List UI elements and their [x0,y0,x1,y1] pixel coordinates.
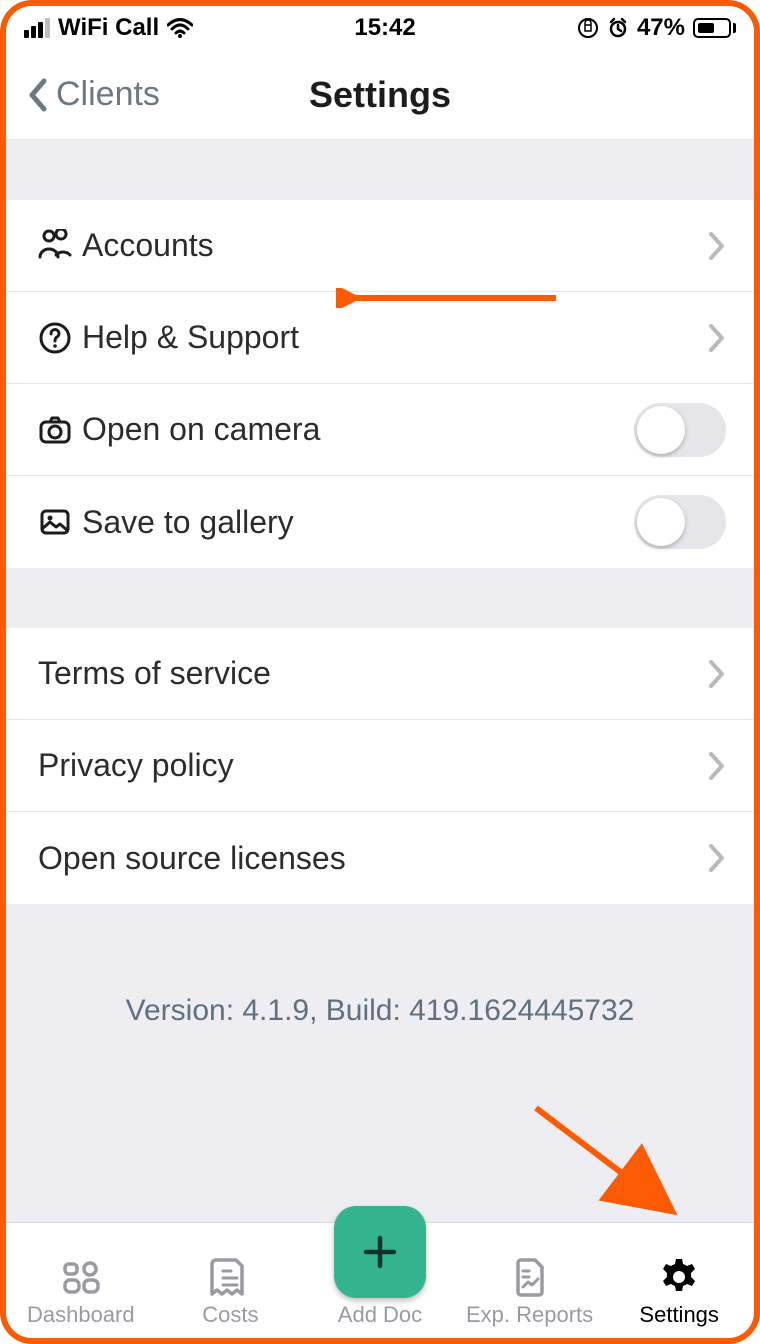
battery-pct-label: 47% [637,14,685,42]
section-legal: Terms of service Privacy policy Open sou… [6,628,754,904]
tab-dashboard[interactable]: Dashboard [11,1256,151,1328]
tab-label: Add Doc [338,1302,422,1328]
chevron-right-icon [708,231,726,261]
accounts-icon [38,229,82,263]
chevron-right-icon [708,843,726,873]
row-label: Open source licenses [38,840,708,877]
tab-bar: Dashboard Costs Add Doc Exp. Reports Set… [6,1222,754,1338]
tab-add-doc[interactable]: Add Doc [310,1224,450,1328]
annotation-arrow-settings [526,1100,686,1220]
back-button[interactable]: Clients [6,75,160,114]
tab-label: Settings [639,1302,719,1328]
costs-icon [209,1256,251,1298]
row-accounts[interactable]: Accounts [6,200,754,292]
row-privacy-policy[interactable]: Privacy policy [6,720,754,812]
row-label: Privacy policy [38,747,708,784]
orientation-lock-icon [577,17,599,39]
nav-header: Clients Settings [6,50,754,140]
battery-icon [693,18,736,38]
back-label: Clients [56,75,160,114]
tab-costs[interactable]: Costs [160,1256,300,1328]
tab-settings[interactable]: Settings [609,1256,749,1328]
reports-icon [509,1256,551,1298]
tab-label: Costs [202,1302,258,1328]
camera-icon [38,413,82,447]
row-label: Save to gallery [82,504,634,541]
add-doc-fab[interactable] [334,1206,426,1298]
tab-exp-reports[interactable]: Exp. Reports [460,1256,600,1328]
annotation-arrow-accounts [336,288,556,308]
carrier-label: WiFi Call [58,14,159,42]
tab-label: Exp. Reports [466,1302,593,1328]
alarm-icon [607,17,629,39]
time-label: 15:42 [193,14,577,42]
chevron-right-icon [708,323,726,353]
gear-icon [658,1256,700,1298]
row-open-on-camera[interactable]: Open on camera [6,384,754,476]
row-save-to-gallery[interactable]: Save to gallery [6,476,754,568]
gallery-icon [38,505,82,539]
row-label: Open on camera [82,411,634,448]
version-label: Version: 4.1.9, Build: 419.1624445732 [6,994,754,1028]
section-general: Accounts Help & Support Open on camera [6,200,754,568]
chevron-right-icon [708,659,726,689]
toggle-open-on-camera[interactable] [634,403,726,457]
row-label: Accounts [82,227,708,264]
tab-label: Dashboard [27,1302,135,1328]
dashboard-icon [60,1256,102,1298]
row-label: Help & Support [82,319,708,356]
row-open-source-licenses[interactable]: Open source licenses [6,812,754,904]
chevron-right-icon [708,751,726,781]
chevron-left-icon [26,77,48,113]
help-icon [38,321,82,355]
toggle-save-to-gallery[interactable] [634,495,726,549]
row-terms-of-service[interactable]: Terms of service [6,628,754,720]
status-bar: WiFi Call 15:42 47% [6,6,754,50]
signal-icon [24,18,50,38]
wifi-icon [167,18,193,38]
plus-icon [360,1232,400,1272]
row-label: Terms of service [38,655,708,692]
